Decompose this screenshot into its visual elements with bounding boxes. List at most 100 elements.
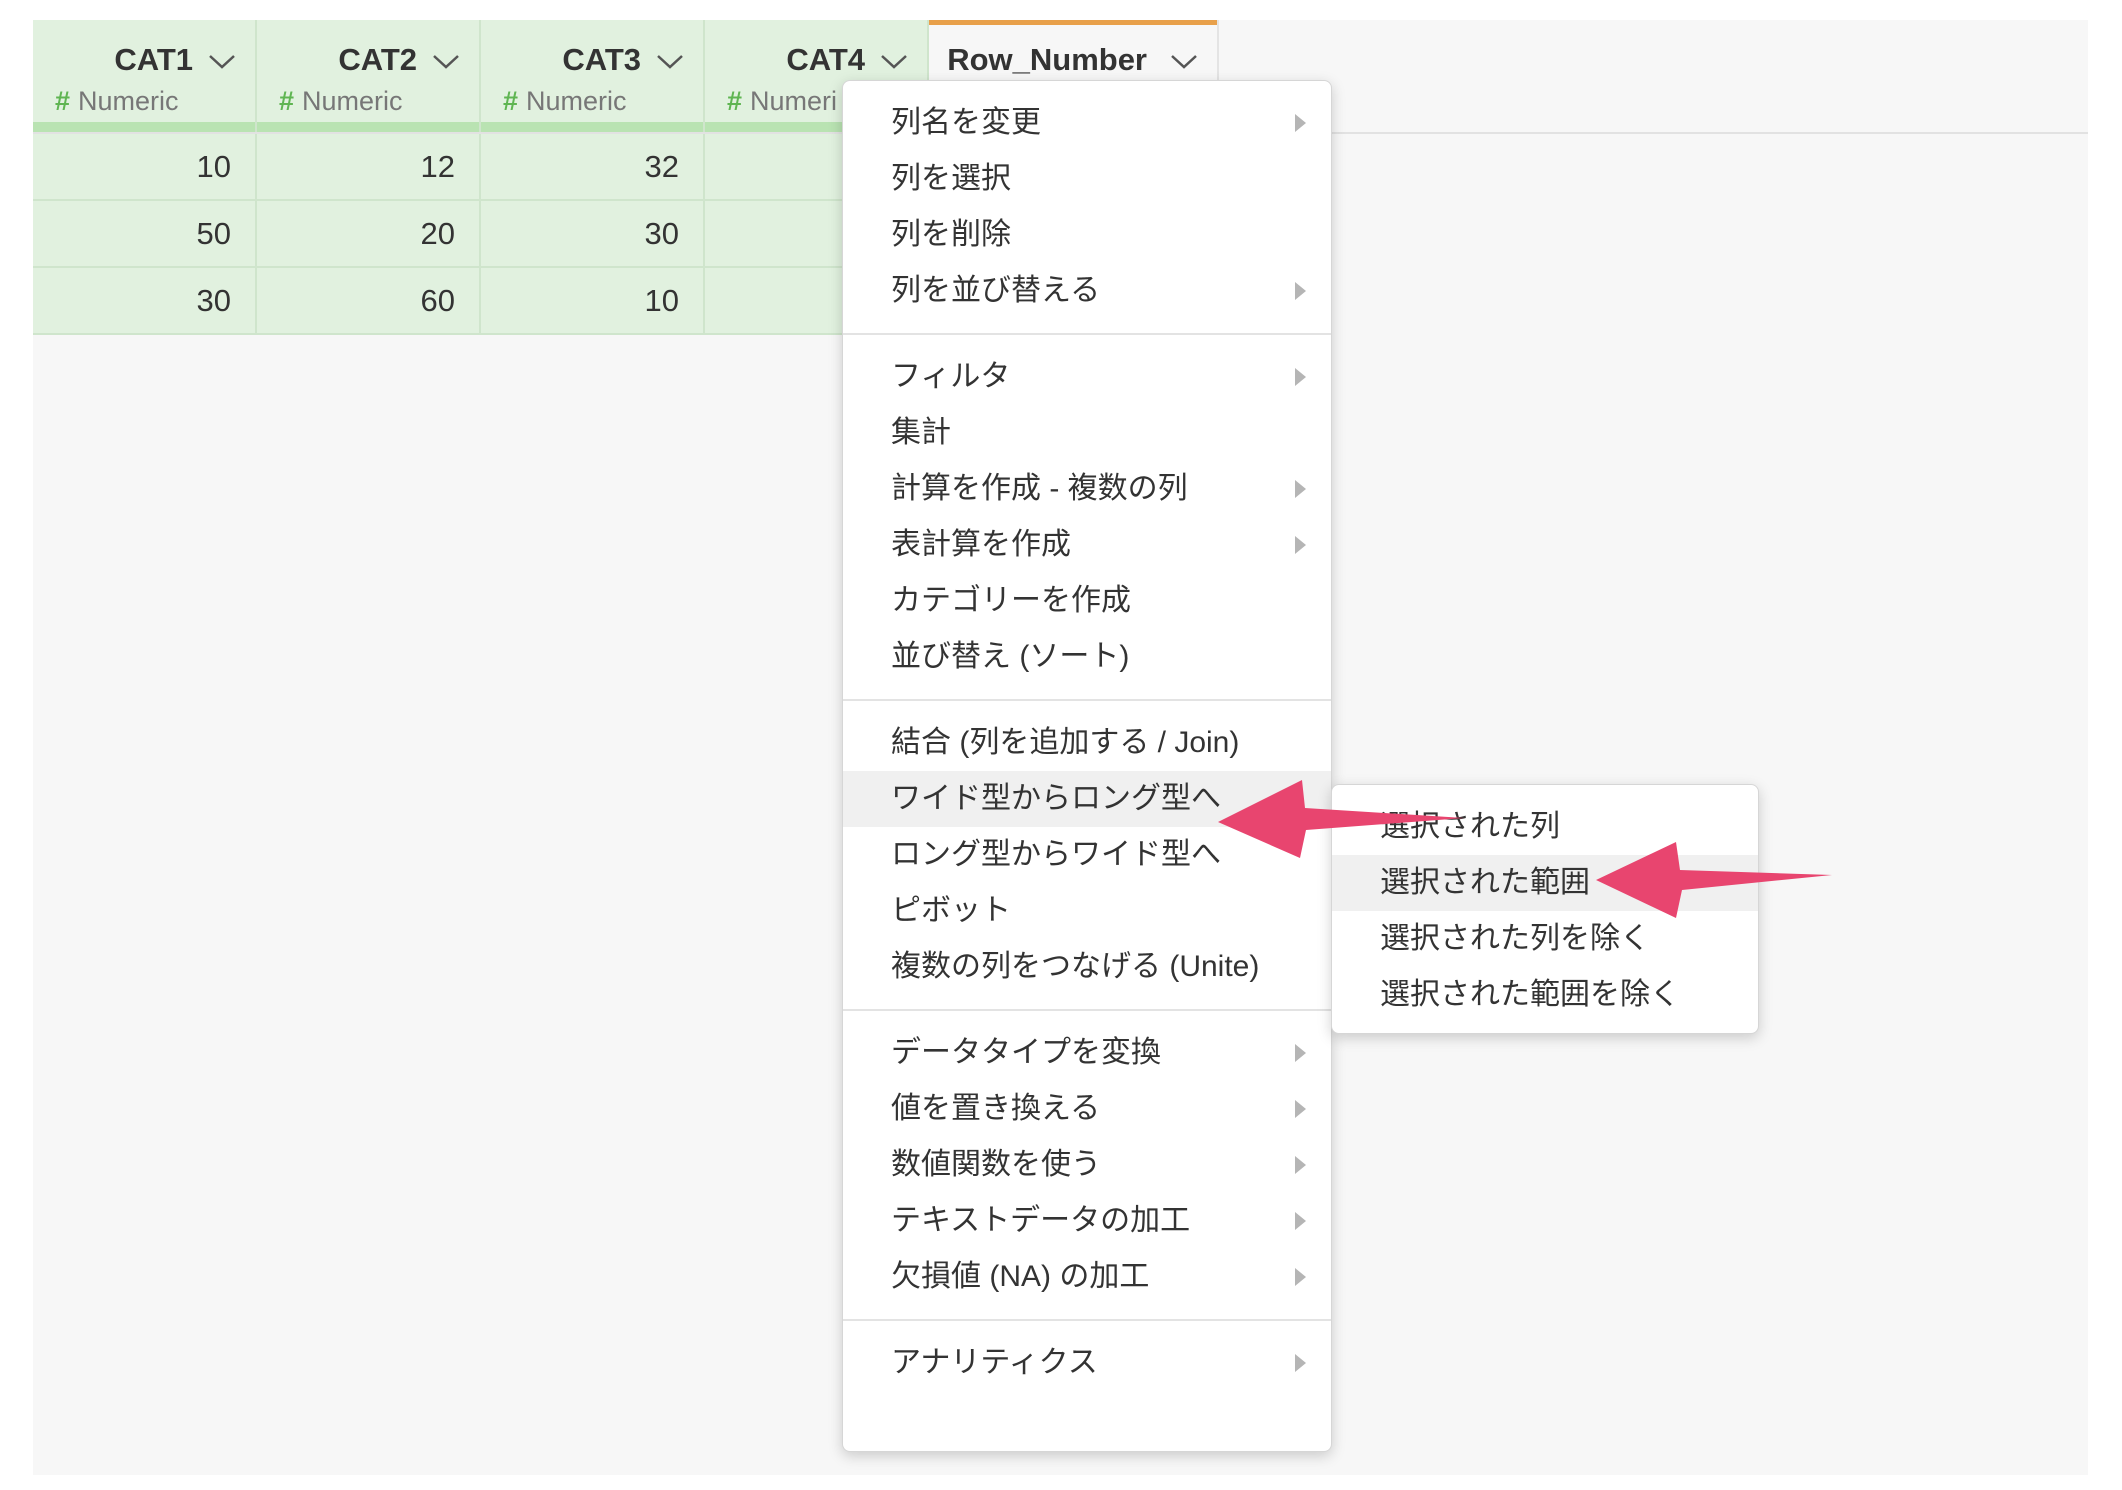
table-cell[interactable] <box>705 268 845 335</box>
submenu-arrow-icon <box>1295 1212 1306 1230</box>
menu-item-label: 数値関数を使う <box>891 1148 1101 1181</box>
column-name: CAT3 <box>562 42 641 77</box>
menu-item-label: 列名を変更 <box>891 106 1041 139</box>
submenu-arrow-icon <box>1295 1354 1306 1372</box>
wide-to-long-submenu: 選択された列 選択された範囲選択された列を除く選択された範囲を除く <box>1331 784 1759 1034</box>
column-type-label: Numeric <box>302 86 403 116</box>
chevron-down-icon[interactable] <box>207 52 237 72</box>
menu-item-label: ロング型からワイド型へ <box>891 838 1221 871</box>
table-cell[interactable] <box>705 201 845 268</box>
menu-item-0-3[interactable]: 列を並び替える <box>843 263 1331 319</box>
menu-item-label: 列を選択 <box>891 162 1011 195</box>
menu-item-4-0[interactable]: アナリティクス <box>843 1335 1331 1391</box>
menu-item-label: 集計 <box>891 416 951 449</box>
column-name: CAT2 <box>338 42 417 77</box>
menu-item-0-2[interactable]: 列を削除 <box>843 207 1331 263</box>
numeric-hash-icon: # <box>55 86 71 116</box>
table-cell[interactable]: 32 <box>481 134 705 201</box>
menu-item-1-3[interactable]: 表計算を作成 <box>843 517 1331 573</box>
submenu-arrow-icon <box>1295 1156 1306 1174</box>
submenu-item-0[interactable]: 選択された列 <box>1332 799 1758 855</box>
menu-item-1-0[interactable]: フィルタ <box>843 349 1331 405</box>
menu-item-label: カテゴリーを作成 <box>891 584 1131 617</box>
menu-item-2-3[interactable]: ピボット <box>843 883 1331 939</box>
menu-item-0-1[interactable]: 列を選択 <box>843 151 1331 207</box>
menu-item-label: 値を置き換える <box>891 1092 1101 1125</box>
table-cell[interactable]: 10 <box>33 134 257 201</box>
submenu-arrow-icon <box>1295 1044 1306 1062</box>
chevron-down-icon[interactable] <box>879 52 909 72</box>
table-cell[interactable]: 50 <box>33 201 257 268</box>
menu-item-1-5[interactable]: 並び替え (ソート) <box>843 629 1331 685</box>
submenu-item-3[interactable]: 選択された範囲を除く <box>1332 967 1758 1023</box>
menu-item-label: 計算を作成 - 複数の列 <box>891 472 1188 505</box>
table-cell[interactable]: 12 <box>257 134 481 201</box>
menu-item-label: 結合 (列を追加する / Join) <box>891 726 1240 759</box>
chevron-down-icon[interactable] <box>655 52 685 72</box>
menu-item-label: フィルタ <box>891 360 1011 393</box>
submenu-arrow-icon <box>1295 114 1306 132</box>
menu-item-0-0[interactable]: 列名を変更 <box>843 95 1331 151</box>
menu-item-1-1[interactable]: 集計 <box>843 405 1331 461</box>
numeric-hash-icon: # <box>503 86 519 116</box>
column-type-label: Numeri <box>750 86 838 116</box>
column-type: # Numeri <box>727 86 837 117</box>
selected-column-indicator <box>929 20 1217 25</box>
column-type: # Numeric <box>55 86 179 117</box>
menu-item-label: 列を並び替える <box>891 274 1101 307</box>
menu-item-3-4[interactable]: 欠損値 (NA) の加工 <box>843 1249 1331 1305</box>
column-header-cat3[interactable]: CAT3 # Numeric <box>481 20 705 132</box>
menu-item-3-0[interactable]: データタイプを変換 <box>843 1025 1331 1081</box>
table-cell[interactable]: 30 <box>481 201 705 268</box>
column-context-menu: 列名を変更列を選択列を削除列を並び替える フィルタ集計計算を作成 - 複数の列 表計… <box>842 80 1332 1452</box>
menu-separator <box>843 1009 1331 1011</box>
menu-item-3-2[interactable]: 数値関数を使う <box>843 1137 1331 1193</box>
column-name: CAT4 <box>786 42 865 77</box>
menu-item-label: 欠損値 (NA) の加工 <box>891 1260 1150 1293</box>
menu-item-label: データタイプを変換 <box>891 1036 1161 1069</box>
submenu-item-2[interactable]: 選択された列を除く <box>1332 911 1758 967</box>
submenu-item-label: 選択された範囲 <box>1380 866 1590 899</box>
menu-item-3-3[interactable]: テキストデータの加工 <box>843 1193 1331 1249</box>
chevron-down-icon[interactable] <box>1169 52 1199 72</box>
menu-separator <box>843 699 1331 701</box>
submenu-arrow-icon <box>1295 480 1306 498</box>
menu-item-label: 表計算を作成 <box>891 528 1071 561</box>
menu-item-label: 複数の列をつなげる (Unite) <box>891 950 1260 983</box>
column-header-cat1[interactable]: CAT1 # Numeric <box>33 20 257 132</box>
menu-item-label: ピボット <box>891 894 1011 927</box>
menu-separator <box>843 333 1331 335</box>
table-cell[interactable]: 20 <box>257 201 481 268</box>
menu-item-1-4[interactable]: カテゴリーを作成 <box>843 573 1331 629</box>
menu-item-label: 列を削除 <box>891 218 1011 251</box>
menu-item-2-0[interactable]: 結合 (列を追加する / Join) <box>843 715 1331 771</box>
submenu-item-label: 選択された列 <box>1380 810 1560 843</box>
column-name: CAT1 <box>114 42 193 77</box>
column-header-cat2[interactable]: CAT2 # Numeric <box>257 20 481 132</box>
menu-item-2-1[interactable]: ワイド型からロング型へ <box>843 771 1331 827</box>
table-cell[interactable]: 60 <box>257 268 481 335</box>
table-cell[interactable] <box>705 134 845 201</box>
menu-item-1-2[interactable]: 計算を作成 - 複数の列 <box>843 461 1331 517</box>
numeric-hash-icon: # <box>727 86 743 116</box>
submenu-arrow-icon <box>1295 1268 1306 1286</box>
column-type-label: Numeric <box>78 86 179 116</box>
submenu-arrow-icon <box>1295 536 1306 554</box>
column-quality-bar <box>33 122 255 132</box>
menu-item-label: アナリティクス <box>891 1346 1098 1379</box>
menu-item-label: ワイド型からロング型へ <box>891 782 1221 815</box>
table-cell[interactable]: 30 <box>33 268 257 335</box>
table-cell[interactable]: 10 <box>481 268 705 335</box>
submenu-item-label: 選択された範囲を除く <box>1380 978 1680 1011</box>
menu-item-label: 並び替え (ソート) <box>891 640 1130 673</box>
menu-item-label: テキストデータの加工 <box>891 1204 1191 1237</box>
submenu-arrow-icon <box>1295 1100 1306 1118</box>
numeric-hash-icon: # <box>279 86 295 116</box>
submenu-item-1[interactable]: 選択された範囲 <box>1332 855 1758 911</box>
column-name: Row_Number <box>947 42 1147 77</box>
menu-item-2-4[interactable]: 複数の列をつなげる (Unite) <box>843 939 1331 995</box>
menu-item-2-2[interactable]: ロング型からワイド型へ <box>843 827 1331 883</box>
chevron-down-icon[interactable] <box>431 52 461 72</box>
column-type-label: Numeric <box>526 86 627 116</box>
menu-item-3-1[interactable]: 値を置き換える <box>843 1081 1331 1137</box>
